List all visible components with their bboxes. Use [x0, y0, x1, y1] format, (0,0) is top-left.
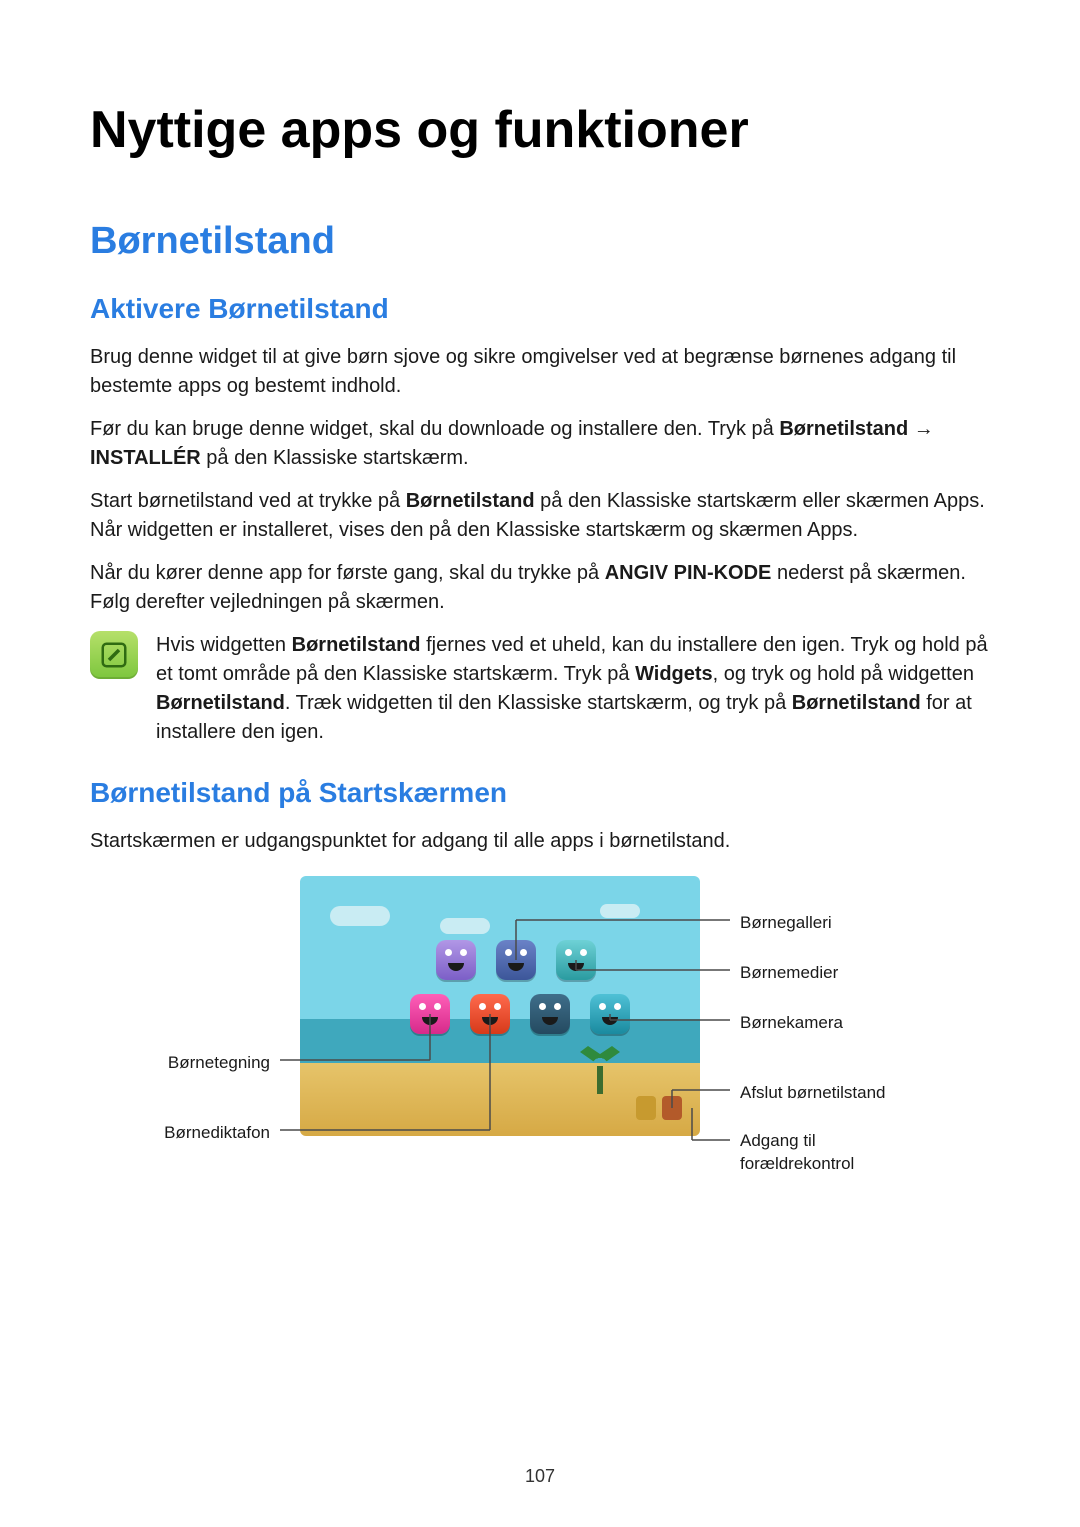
paragraph: Før du kan bruge denne widget, skal du d…	[90, 415, 990, 473]
text: Når du kører denne app for første gang, …	[90, 562, 605, 584]
bold-term: Børnetilstand	[779, 418, 908, 440]
bold-term: Børnetilstand	[292, 634, 421, 656]
paragraph: Startskærmen er udgangspunktet for adgan…	[90, 827, 990, 856]
paragraph: Brug denne widget til at give børn sjove…	[90, 343, 990, 401]
text: på den Klassiske startskærm.	[201, 447, 469, 469]
callout-label-parental: Adgang til forældrekontrol	[740, 1130, 854, 1176]
subsection-heading-activate: Aktivere Børnetilstand	[90, 293, 990, 325]
cloud-decoration	[600, 904, 640, 918]
callout-label-camera: Børnekamera	[740, 1012, 843, 1035]
page-number: 107	[0, 1466, 1080, 1487]
callout-label-media: Børnemedier	[740, 962, 838, 985]
cloud-decoration	[440, 918, 490, 934]
paragraph: Når du kører denne app for første gang, …	[90, 559, 990, 617]
arrow: →	[908, 418, 934, 440]
bold-term: Widgets	[635, 663, 713, 685]
text: Adgang til	[740, 1131, 816, 1150]
subsection-heading-homescreen: Børnetilstand på Startskærmen	[90, 777, 990, 809]
text: Start børnetilstand ved at trykke på	[90, 490, 406, 512]
note-text: Hvis widgetten Børnetilstand fjernes ved…	[156, 631, 990, 747]
parental-control-icon[interactable]	[662, 1096, 682, 1120]
kids-drawing-icon[interactable]	[410, 994, 450, 1034]
callout-label-voice: Børnediktafon	[130, 1122, 270, 1145]
bold-term: Børnetilstand	[406, 490, 535, 512]
kids-home-screen	[300, 876, 700, 1136]
note-icon	[90, 631, 138, 679]
callout-label-gallery: Børnegalleri	[740, 912, 832, 935]
page-title: Nyttige apps og funktioner	[90, 100, 990, 160]
text: Før du kan bruge denne widget, skal du d…	[90, 418, 779, 440]
kids-home-diagram: Børnegalleri Børnemedier Børnekamera Afs…	[90, 876, 990, 1196]
callout-label-drawing: Børnetegning	[130, 1052, 270, 1075]
kids-media-icon[interactable]	[556, 940, 596, 980]
bold-term: Børnetilstand	[156, 692, 285, 714]
text: , og tryk og hold på widgetten	[713, 663, 974, 685]
bold-term: ANGIV PIN-KODE	[605, 562, 772, 584]
bold-term: Børnetilstand	[792, 692, 921, 714]
kids-house-icon[interactable]	[436, 940, 476, 980]
callout-label-exit: Afslut børnetilstand	[740, 1082, 886, 1105]
paragraph: Start børnetilstand ved at trykke på Bør…	[90, 487, 990, 545]
exit-kids-mode-icon[interactable]	[636, 1096, 656, 1120]
pencil-note-icon	[99, 640, 129, 670]
kids-voice-icon[interactable]	[470, 994, 510, 1034]
kids-app-icon[interactable]	[530, 994, 570, 1034]
section-heading-bornetilstand: Børnetilstand	[90, 220, 990, 263]
text: forældrekontrol	[740, 1154, 854, 1173]
cloud-decoration	[330, 906, 390, 926]
note-block: Hvis widgetten Børnetilstand fjernes ved…	[90, 631, 990, 747]
bold-term: INSTALLÉR	[90, 447, 201, 469]
kids-gallery-icon[interactable]	[496, 940, 536, 980]
text: Hvis widgetten	[156, 634, 292, 656]
text: . Træk widgetten til den Klassiske start…	[285, 692, 792, 714]
kids-camera-icon[interactable]	[590, 994, 630, 1034]
palm-tree-decoration	[580, 1046, 620, 1094]
